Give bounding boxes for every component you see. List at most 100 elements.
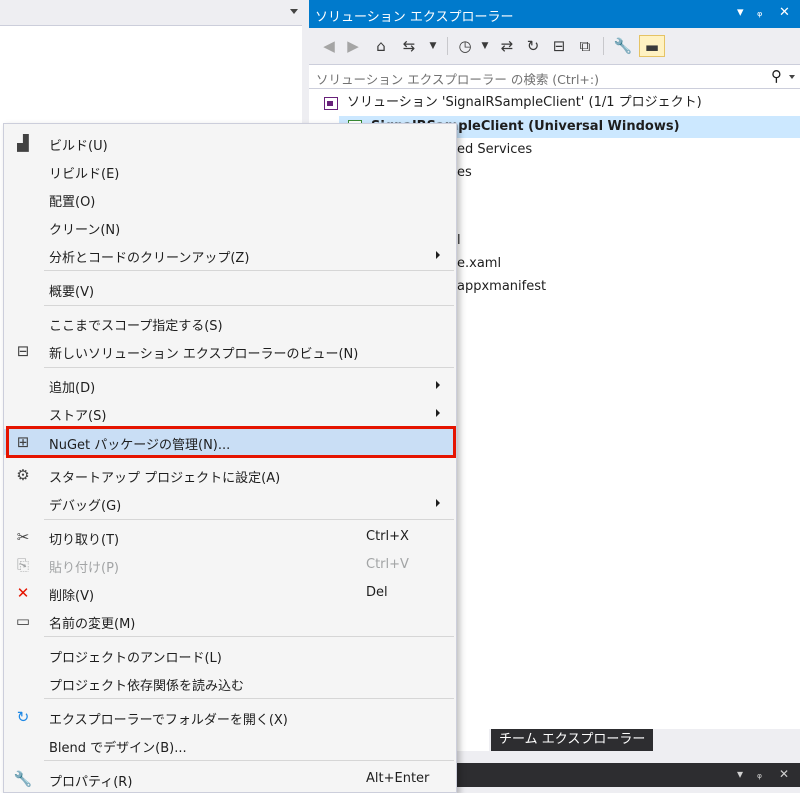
tree-node-properties[interactable]: es: [457, 162, 472, 184]
menu-item-shortcut: Alt+Enter: [366, 771, 430, 786]
menu-item-debug[interactable]: デバッグ(G): [4, 490, 456, 516]
sync-icon[interactable]: ⇆: [399, 35, 419, 57]
menu-item-label: エクスプローラーでフォルダーを開く(X): [49, 713, 288, 728]
switch-icon[interactable]: ⇄: [497, 35, 517, 57]
menu-item-label: NuGet パッケージの管理(N)...: [49, 438, 231, 453]
preview-icon[interactable]: ▬: [639, 35, 665, 57]
menu-item-rename[interactable]: ▭ 名前の変更(M): [4, 608, 456, 634]
toolbar-separator: [447, 37, 448, 55]
forward-icon[interactable]: ▶: [343, 35, 363, 57]
properties-icon[interactable]: 🔧: [613, 35, 633, 57]
new-view-icon: ⊟: [16, 342, 30, 360]
menu-item-label: クリーン(N): [49, 223, 121, 238]
menu-item-deploy[interactable]: 配置(O): [4, 186, 456, 212]
menu-item-label: スタートアップ プロジェクトに設定(A): [49, 471, 281, 486]
pin-icon[interactable]: ᵩ: [757, 767, 762, 781]
menu-item-label: 名前の変更(M): [49, 617, 136, 632]
back-icon[interactable]: ◀: [319, 35, 339, 57]
gear-icon: ⚙: [16, 466, 30, 484]
tree-node-connected-services[interactable]: ed Services: [457, 139, 532, 161]
copy-icon[interactable]: ⧉: [575, 35, 595, 57]
menu-item-label: 概要(V): [49, 285, 95, 300]
menu-item-clean[interactable]: クリーン(N): [4, 214, 456, 240]
menu-item-label: プロパティ(R): [49, 775, 133, 790]
menu-item-label: リビルド(E): [49, 167, 120, 182]
menu-separator: [44, 305, 454, 306]
menu-item-properties[interactable]: 🔧 プロパティ(R) Alt+Enter: [4, 766, 456, 792]
menu-item-shortcut: Ctrl+X: [366, 529, 409, 544]
collapse-icon[interactable]: ⊟: [549, 35, 569, 57]
history-icon[interactable]: ◷: [455, 35, 475, 57]
menu-separator: [44, 519, 454, 520]
tree-node-solution[interactable]: ソリューション 'SignalRSampleClient' (1/1 プロジェク…: [347, 92, 702, 114]
refresh-icon[interactable]: ↻: [523, 35, 543, 57]
pin-icon[interactable]: ᵩ: [757, 5, 762, 20]
menu-item-label: デバッグ(G): [49, 499, 122, 514]
menu-item-label: ビルド(U): [49, 139, 108, 154]
tree-node-file[interactable]: e.xaml: [457, 253, 501, 275]
rename-icon: ▭: [15, 612, 31, 630]
wrench-icon: 🔧: [13, 770, 33, 788]
menu-separator: [44, 270, 454, 271]
menu-separator: [44, 636, 454, 637]
close-icon[interactable]: ✕: [779, 767, 789, 781]
solution-icon: [324, 97, 338, 110]
toolbar-separator: [603, 37, 604, 55]
menu-item-label: 切り取り(T): [49, 533, 120, 548]
search-icon[interactable]: ⚲: [771, 67, 782, 85]
close-icon[interactable]: ✕: [779, 5, 790, 20]
panel-title: ソリューション エクスプローラー: [315, 10, 514, 25]
submenu-arrow-icon: [436, 409, 440, 417]
menu-item-unload-project[interactable]: プロジェクトのアンロード(L): [4, 642, 456, 668]
search-options-dropdown-icon[interactable]: [789, 75, 795, 79]
panel-options-icon[interactable]: ▾: [737, 5, 744, 20]
menu-item-open-folder[interactable]: ↻ エクスプローラーでフォルダーを開く(X): [4, 704, 456, 730]
menu-item-paste[interactable]: ⎘ 貼り付け(P) Ctrl+V: [4, 552, 456, 578]
history-dropdown-icon[interactable]: ▼: [475, 35, 495, 57]
panel-options-icon[interactable]: ▾: [737, 767, 743, 781]
search-input[interactable]: ソリューション エクスプローラー の検索 (Ctrl+:): [316, 69, 599, 88]
menu-item-scope-to-this[interactable]: ここまでスコープ指定する(S): [4, 310, 456, 336]
search-box[interactable]: ソリューション エクスプローラー の検索 (Ctrl+:) ⚲: [309, 64, 800, 89]
menu-item-build[interactable]: ▟ ビルド(U): [4, 130, 456, 156]
menu-separator: [44, 760, 454, 761]
home-icon[interactable]: ⌂: [371, 35, 391, 57]
menu-item-manage-nuget[interactable]: ⊞ NuGet パッケージの管理(N)...: [4, 429, 456, 455]
menu-item-store[interactable]: ストア(S): [4, 400, 456, 426]
menu-item-cut[interactable]: ✂ 切り取り(T) Ctrl+X: [4, 524, 456, 550]
paste-icon: ⎘: [16, 556, 29, 574]
solution-explorer-toolbar: ◀ ▶ ⌂ ⇆ ▼ ◷ ▼ ⇄ ↻ ⊟ ⧉ 🔧 ▬: [309, 28, 800, 64]
menu-item-label: プロジェクトのアンロード(L): [49, 651, 222, 666]
menu-item-label: ここまでスコープ指定する(S): [49, 319, 223, 334]
menu-item-set-startup[interactable]: ⚙ スタートアップ プロジェクトに設定(A): [4, 462, 456, 488]
menu-item-label: Blend でデザイン(B)...: [49, 741, 187, 756]
menu-item-overview[interactable]: 概要(V): [4, 276, 456, 302]
menu-item-add[interactable]: 追加(D): [4, 372, 456, 398]
menu-item-shortcut: Ctrl+V: [366, 557, 409, 572]
nuget-icon: ⊞: [16, 433, 30, 451]
menu-item-load-dependencies[interactable]: プロジェクト依存関係を読み込む: [4, 670, 456, 696]
menu-item-label: プロジェクト依存関係を読み込む: [49, 679, 245, 694]
open-folder-icon: ↻: [16, 708, 30, 726]
menu-item-rebuild[interactable]: リビルド(E): [4, 158, 456, 184]
menu-separator: [44, 698, 454, 699]
tab-team-explorer[interactable]: チーム エクスプローラー: [491, 729, 654, 751]
delete-icon: ✕: [16, 584, 30, 602]
menu-item-label: 新しいソリューション エクスプローラーのビュー(N): [49, 347, 359, 362]
menu-item-label: ストア(S): [49, 409, 107, 424]
context-menu: ▟ ビルド(U) リビルド(E) 配置(O) クリーン(N) 分析とコードのクリ…: [3, 123, 457, 793]
sync-dropdown-icon[interactable]: ▼: [423, 35, 443, 57]
menu-item-delete[interactable]: ✕ 削除(V) Del: [4, 580, 456, 606]
menu-item-analyze[interactable]: 分析とコードのクリーンアップ(Z): [4, 242, 456, 268]
menu-item-label: 分析とコードのクリーンアップ(Z): [49, 251, 250, 266]
submenu-arrow-icon: [436, 499, 440, 507]
menu-separator: [44, 367, 454, 368]
menu-item-label: 貼り付け(P): [49, 561, 119, 576]
menu-item-new-view[interactable]: ⊟ 新しいソリューション エクスプローラーのビュー(N): [4, 338, 456, 364]
document-tab-strip: [0, 0, 306, 26]
tab-list-dropdown-icon[interactable]: [290, 9, 298, 14]
tree-node-file[interactable]: appxmanifest: [457, 276, 546, 298]
submenu-arrow-icon: [436, 251, 440, 259]
tree-node-file[interactable]: l: [457, 230, 461, 252]
menu-item-design-in-blend[interactable]: Blend でデザイン(B)...: [4, 732, 456, 758]
